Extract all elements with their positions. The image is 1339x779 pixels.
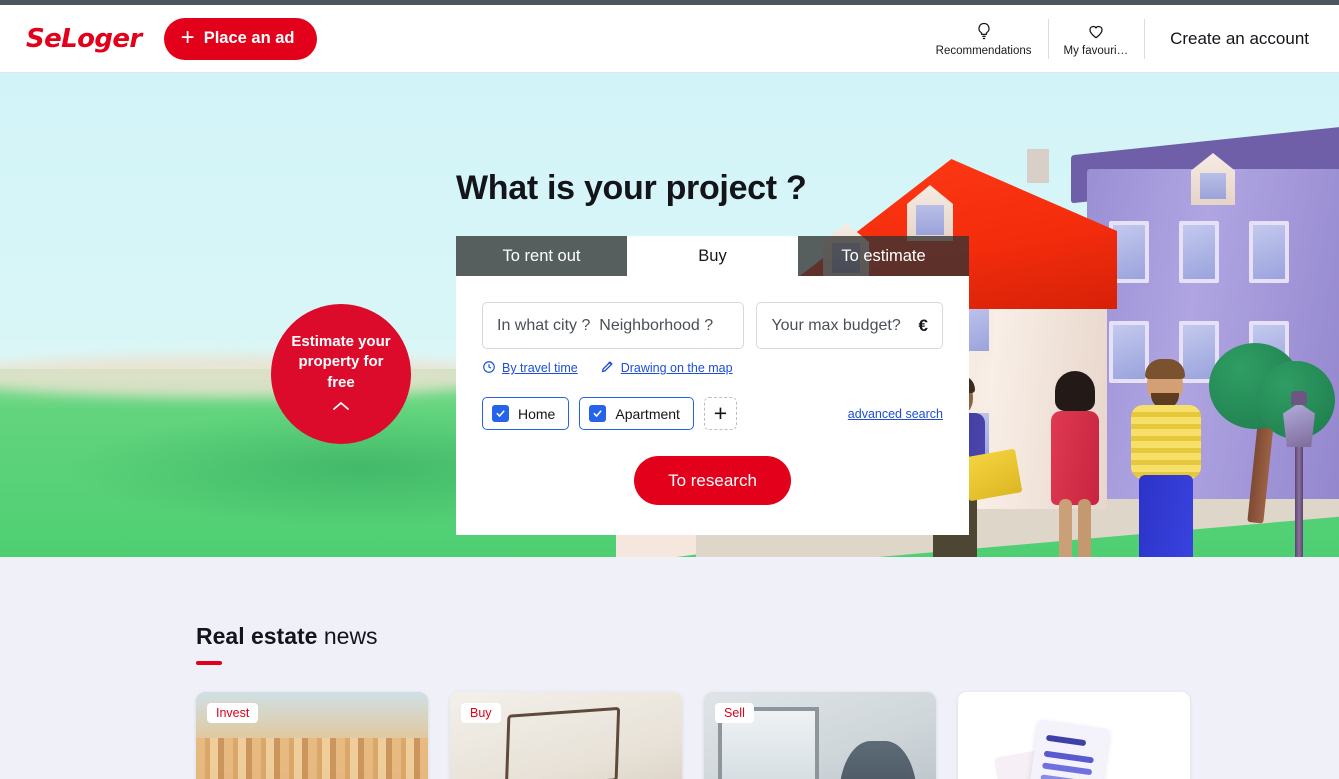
- pencil-icon: [600, 359, 615, 377]
- news-title-light: news: [317, 623, 378, 649]
- place-an-ad-button[interactable]: + Place an ad: [163, 17, 317, 60]
- by-travel-time-label: By travel time: [502, 361, 578, 375]
- news-title: Real estate news: [196, 623, 1143, 650]
- hero-section: Estimate your property for free What is …: [0, 73, 1339, 557]
- tab-buy[interactable]: Buy: [627, 236, 798, 276]
- euro-symbol: €: [918, 315, 928, 335]
- plus-icon: +: [713, 400, 728, 426]
- project-tabs: To rent out Buy To estimate: [456, 236, 969, 276]
- drawing-on-the-map-link[interactable]: Drawing on the map: [600, 359, 733, 377]
- my-favourites-button[interactable]: My favouri…: [1047, 15, 1145, 63]
- property-type-apartment[interactable]: Apartment: [579, 397, 694, 430]
- property-type-home-label: Home: [518, 405, 556, 422]
- budget-input[interactable]: [771, 316, 911, 335]
- checkbox-checked-icon[interactable]: [589, 405, 607, 422]
- news-title-bold: Real estate: [196, 623, 318, 649]
- megaphone-illustration: [984, 718, 1134, 779]
- news-card[interactable]: Sell: [704, 692, 936, 779]
- clock-icon: [482, 360, 496, 377]
- create-account-button[interactable]: Create an account: [1144, 15, 1315, 63]
- news-card[interactable]: Invest: [196, 692, 428, 779]
- plus-icon: +: [180, 23, 195, 51]
- site-header: SeLoger + Place an ad Recommendations My…: [0, 5, 1339, 73]
- page-title: What is your project ?: [456, 169, 807, 207]
- tab-to-rent-out[interactable]: To rent out: [456, 236, 627, 276]
- search-submit-row: To research: [482, 456, 943, 505]
- news-heading-block: Real estate news: [196, 557, 1143, 665]
- property-type-row: Home Apartment + advanced search: [482, 397, 943, 430]
- search-shortcut-links: By travel time Drawing on the map: [482, 359, 943, 377]
- news-card[interactable]: Buy: [450, 692, 682, 779]
- estimate-property-bubble[interactable]: Estimate your property for free: [271, 304, 411, 444]
- search-submit-button[interactable]: To research: [634, 456, 791, 505]
- heart-icon: [1086, 21, 1106, 41]
- property-type-apartment-label: Apartment: [615, 405, 680, 422]
- checkbox-checked-icon[interactable]: [492, 405, 509, 422]
- news-card-thumbnail: [958, 692, 1190, 779]
- add-property-type-button[interactable]: +: [703, 397, 737, 430]
- drawing-on-the-map-label: Drawing on the map: [620, 361, 733, 375]
- chevron-up-icon: [332, 393, 350, 416]
- search-card: € By travel time: [456, 276, 969, 535]
- news-card-tag: Buy: [461, 703, 501, 723]
- property-type-home[interactable]: Home: [482, 397, 570, 430]
- tab-to-estimate[interactable]: To estimate: [798, 236, 969, 276]
- advanced-search-link[interactable]: advanced search: [848, 407, 943, 421]
- place-an-ad-label: Place an ad: [203, 29, 295, 47]
- real-estate-news-section: Real estate news Invest Buy Sell: [0, 557, 1339, 779]
- budget-input-wrapper[interactable]: €: [756, 302, 943, 349]
- estimate-bubble-text: Estimate your property for free: [291, 333, 391, 391]
- city-input-wrapper[interactable]: [482, 302, 745, 349]
- lightbulb-icon: [974, 21, 994, 41]
- news-title-underline: [196, 661, 222, 665]
- my-favourites-label: My favouri…: [1063, 44, 1129, 57]
- news-card[interactable]: [958, 692, 1190, 779]
- city-input[interactable]: [497, 316, 730, 335]
- news-cards-row: Invest Buy Sell: [196, 692, 1190, 779]
- chimney: [1027, 149, 1049, 183]
- seloger-logo[interactable]: SeLoger: [26, 24, 142, 54]
- news-card-tag: Sell: [715, 703, 754, 723]
- recommendations-label: Recommendations: [935, 44, 1032, 57]
- recommendations-button[interactable]: Recommendations: [920, 15, 1048, 63]
- create-account-label: Create an account: [1170, 28, 1309, 48]
- header-actions: Recommendations My favouri… Create an ac…: [920, 15, 1315, 63]
- by-travel-time-link[interactable]: By travel time: [482, 360, 578, 377]
- news-card-tag: Invest: [207, 703, 259, 723]
- hero-search-panel: What is your project ? To rent out Buy T…: [456, 169, 969, 535]
- search-inputs-row: €: [482, 302, 943, 349]
